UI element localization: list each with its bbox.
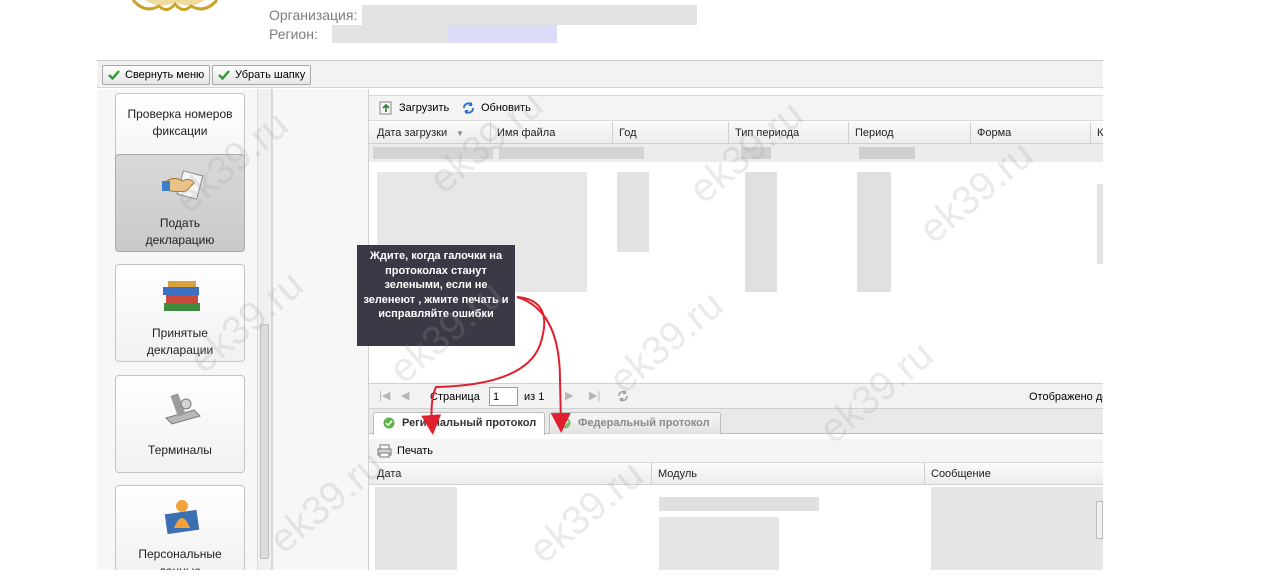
protocol-tabs: Региональный протокол Федеральный проток… (369, 409, 1103, 435)
column-header-corr-first[interactable]: Корр / Перв (1091, 122, 1103, 144)
protocol-toolbar: Печать (369, 439, 1103, 463)
pagination-bar: |◀ ◀ Страница из 1 ▶ ▶| Отображено декла… (369, 383, 1103, 409)
emblem-logo (131, 0, 219, 11)
region-label: Регион: (269, 26, 318, 42)
organization-value-blurred (362, 5, 697, 25)
page-number-input[interactable] (489, 387, 518, 406)
printer-icon (377, 444, 392, 458)
organization-label: Организация: (269, 7, 358, 23)
next-page-icon[interactable]: ▶ (565, 390, 573, 402)
column-header-year[interactable]: Год (613, 122, 729, 144)
column-header-module[interactable]: Модуль (652, 463, 925, 485)
tab-federal-protocol[interactable]: Федеральный протокол (549, 412, 721, 434)
sidebar-item-label: Проверка номеров фиксации (127, 107, 233, 138)
print-label: Печать (397, 445, 434, 457)
protocol-grid-body (369, 485, 1103, 570)
collapse-menu-button[interactable]: Свернуть меню (102, 65, 211, 85)
last-page-icon[interactable]: ▶| (589, 390, 600, 402)
prev-page-icon[interactable]: ◀ (401, 390, 409, 402)
check-icon (218, 70, 230, 81)
terminal-device-icon (165, 393, 201, 425)
page-of-label: из 1 (524, 391, 545, 403)
check-circle-icon (383, 417, 395, 429)
first-page-icon[interactable]: |◀ (379, 390, 390, 402)
tab-label: Федеральный протокол (578, 417, 710, 429)
check-icon (108, 70, 120, 81)
protocol-grid-header: Дата Модуль Сообщение (369, 463, 1103, 485)
sidebar-item-label: Подать декларацию (145, 216, 215, 247)
upload-icon (379, 101, 392, 115)
print-button[interactable]: Печать (377, 444, 433, 458)
refresh-icon (463, 102, 474, 114)
check-circle-icon (559, 417, 571, 429)
grid-toolbar: Загрузить Обновить (369, 95, 1103, 121)
header: Организация: Регион: (97, 0, 1103, 58)
tab-label: Региональный протокол (402, 417, 537, 429)
collapse-menu-label: Свернуть меню (125, 69, 205, 81)
column-header-period[interactable]: Период (849, 122, 971, 144)
sidebar-item-terminals[interactable]: Терминалы (115, 375, 245, 473)
books-stack-icon (163, 281, 200, 311)
hide-header-button[interactable]: Убрать шапку (212, 65, 312, 85)
top-toolbar: Свернуть меню Убрать шапку (97, 60, 1103, 88)
table-row[interactable] (369, 487, 1103, 570)
hide-header-label: Убрать шапку (235, 69, 306, 81)
upload-button[interactable]: Загрузить (379, 101, 449, 115)
upload-label: Загрузить (399, 102, 450, 114)
column-header-message[interactable]: Сообщение (925, 463, 1103, 485)
tab-regional-protocol[interactable]: Региональный протокол (373, 412, 545, 435)
protocol-scrollbar[interactable] (1096, 501, 1103, 539)
person-book-icon (164, 500, 200, 534)
region-value-blurred (332, 25, 447, 43)
page-label: Страница (430, 391, 480, 403)
region-link-blurred[interactable] (447, 25, 557, 43)
pager-summary: Отображено деклараций 1 - 8 из (1029, 391, 1103, 403)
sidebar-item-label: Терминалы (148, 443, 212, 457)
sidebar-item-personal-data[interactable]: Персональные данные (115, 485, 245, 570)
sidebar-item-label: Персональные данные (138, 547, 222, 570)
column-header-form[interactable]: Форма (971, 122, 1091, 144)
